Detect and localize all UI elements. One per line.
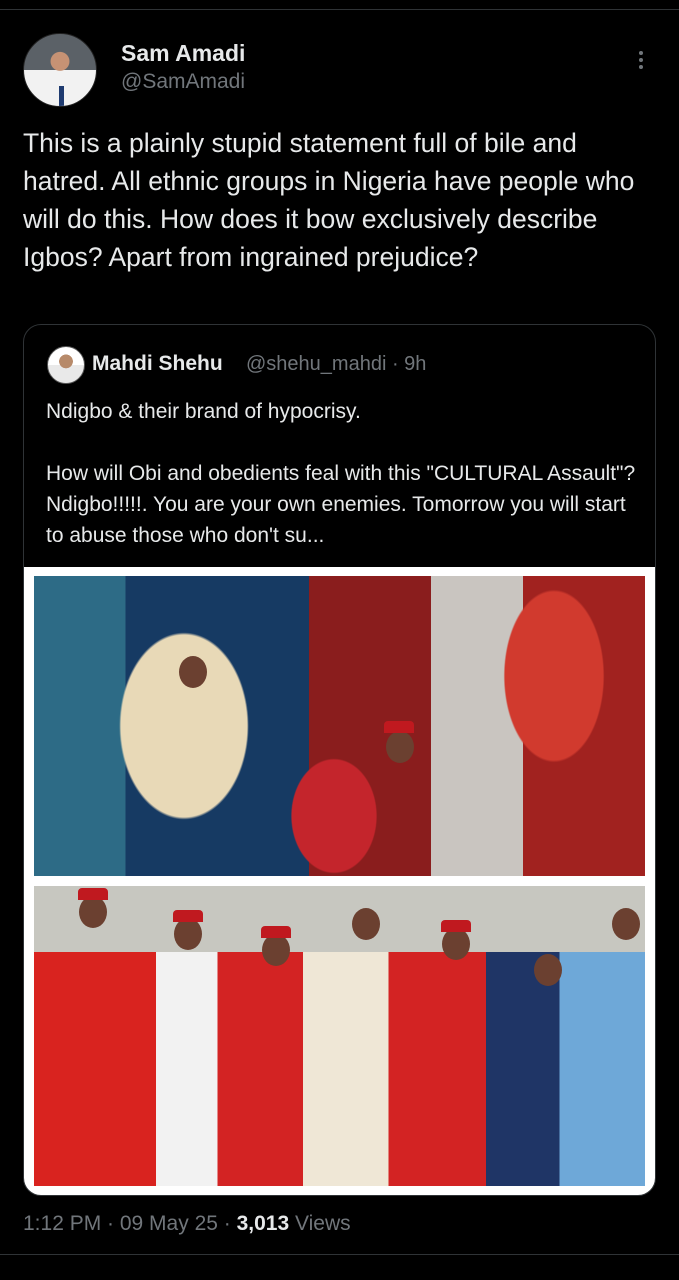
media-photo-2[interactable] — [34, 886, 645, 1186]
photo-person-head — [174, 918, 202, 950]
avatar-tie — [59, 86, 64, 106]
photo-red-cap — [384, 721, 414, 733]
author-name[interactable]: Sam Amadi — [121, 40, 245, 67]
photo-person-head — [262, 934, 290, 966]
quoted-tweet[interactable]: Mahdi Shehu @shehu_mahdi · 9h Ndigbo & t… — [23, 324, 656, 1196]
view-count: 3,013 — [236, 1212, 290, 1235]
media-photo-1[interactable] — [34, 576, 645, 876]
tweet-time-date[interactable]: 1:12 PM · 09 May 25 · — [23, 1212, 237, 1235]
more-vertical-icon[interactable] — [630, 48, 652, 78]
author-handle[interactable]: @SamAmadi — [121, 70, 245, 94]
photo-red-cap — [261, 926, 291, 938]
photo-red-cap — [441, 920, 471, 932]
quoted-tweet-text: Ndigbo & their brand of hypocrisy. How w… — [46, 400, 636, 547]
photo-person-head — [79, 896, 107, 928]
quoted-author-name[interactable]: Mahdi Shehu — [92, 352, 223, 376]
top-divider — [0, 9, 679, 10]
tweet-metadata: 1:12 PM · 09 May 25 · 3,013 Views — [23, 1212, 351, 1236]
photo-person-head — [612, 908, 640, 940]
quoted-author-handle-time: @shehu_mahdi · 9h — [246, 353, 427, 375]
views-label: Views — [289, 1212, 351, 1235]
photo-red-cap — [78, 888, 108, 900]
photo-person-head — [352, 908, 380, 940]
photo-person-head — [386, 731, 414, 763]
photo-person-head — [442, 928, 470, 960]
author-avatar[interactable] — [23, 33, 97, 107]
photo-red-cap — [173, 910, 203, 922]
bottom-divider — [0, 1254, 679, 1255]
tweet-text: This is a plainly stupid statement full … — [23, 128, 635, 272]
quoted-author-avatar[interactable] — [47, 346, 85, 384]
photo-person-head — [534, 954, 562, 986]
photo-person-head — [179, 656, 207, 688]
quoted-media[interactable] — [24, 567, 655, 1195]
